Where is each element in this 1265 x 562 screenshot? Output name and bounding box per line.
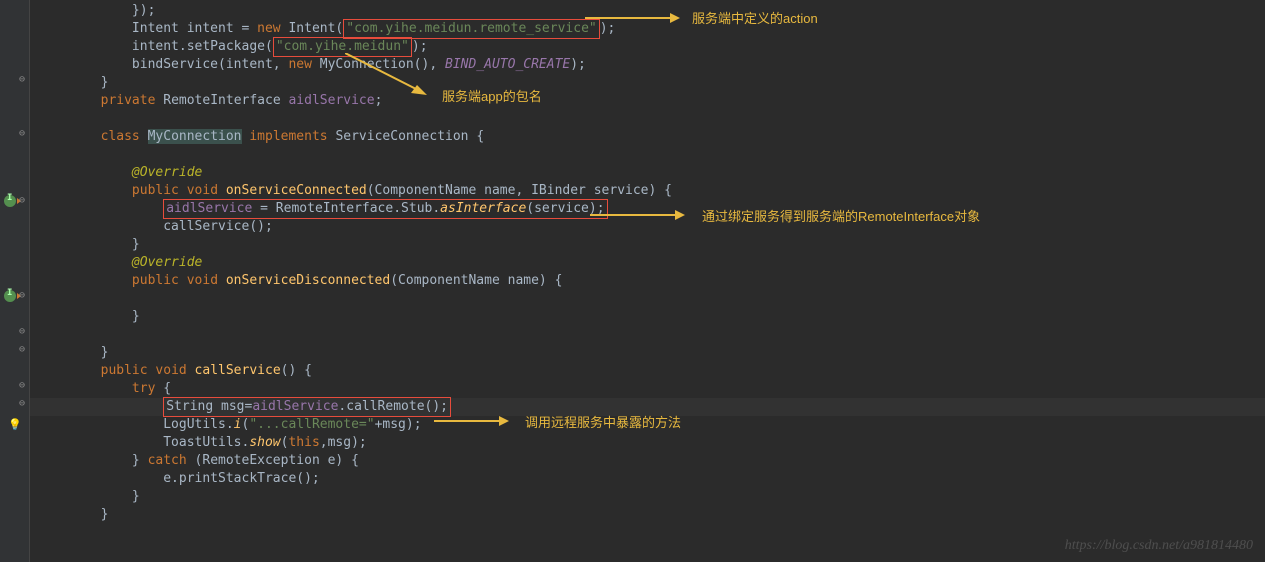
code-line: public void onServiceDisconnected(Compon… [30,272,1265,290]
code-line: } catch (RemoteException e) { [30,452,1265,470]
code-editor[interactable]: ⊖ ⊖ ⊖ ⊖ ⊖ ⊖ ⊖ ⊖ 💡 }); Intent intent = ne… [0,0,1265,562]
annotation-action: 服务端中定义的action [692,8,818,27]
code-line: } [30,236,1265,254]
code-line: class MyConnection implements ServiceCon… [30,128,1265,146]
code-line [30,110,1265,128]
code-line: } [30,344,1265,362]
code-line: @Override [30,254,1265,272]
code-line: e.printStackTrace(); [30,470,1265,488]
annotation-interface: 通过绑定服务得到服务端的RemoteInterface对象 [702,206,980,225]
fold-icon[interactable]: ⊖ [17,398,27,408]
code-line: @Override [30,164,1265,182]
fold-icon[interactable]: ⊖ [17,290,27,300]
fold-icon[interactable]: ⊖ [17,128,27,138]
arrow-icon [585,8,685,28]
code-line: } [30,488,1265,506]
code-line [30,326,1265,344]
code-content[interactable]: }); Intent intent = new Intent("com.yihe… [30,0,1265,562]
code-line [30,146,1265,164]
fold-icon[interactable]: ⊖ [17,326,27,336]
code-line: private RemoteInterface aidlService; [30,92,1265,110]
annotation-package: 服务端app的包名 [442,86,542,105]
code-line: } [30,506,1265,524]
fold-icon[interactable]: ⊖ [17,344,27,354]
code-line: public void onServiceConnected(Component… [30,182,1265,200]
code-line: intent.setPackage("com.yihe.meidun"); [30,38,1265,56]
fold-icon[interactable]: ⊖ [17,380,27,390]
code-line: public void callService() { [30,362,1265,380]
code-line: bindService(intent, new MyConnection(), … [30,56,1265,74]
arrow-icon [434,411,514,431]
editor-gutter: ⊖ ⊖ ⊖ ⊖ ⊖ ⊖ ⊖ ⊖ 💡 [0,0,30,562]
annotation-method: 调用远程服务中暴露的方法 [525,412,681,431]
arrow-icon [345,53,435,98]
code-line: } [30,308,1265,326]
bulb-icon[interactable]: 💡 [8,418,24,434]
arrow-icon [590,205,690,225]
code-line: ToastUtils.show(this,msg); [30,434,1265,452]
code-line: } [30,74,1265,92]
fold-icon[interactable]: ⊖ [17,74,27,84]
fold-icon[interactable]: ⊖ [17,195,27,205]
watermark: https://blog.csdn.net/a981814480 [1065,538,1253,554]
code-line: try { [30,380,1265,398]
code-line [30,290,1265,308]
